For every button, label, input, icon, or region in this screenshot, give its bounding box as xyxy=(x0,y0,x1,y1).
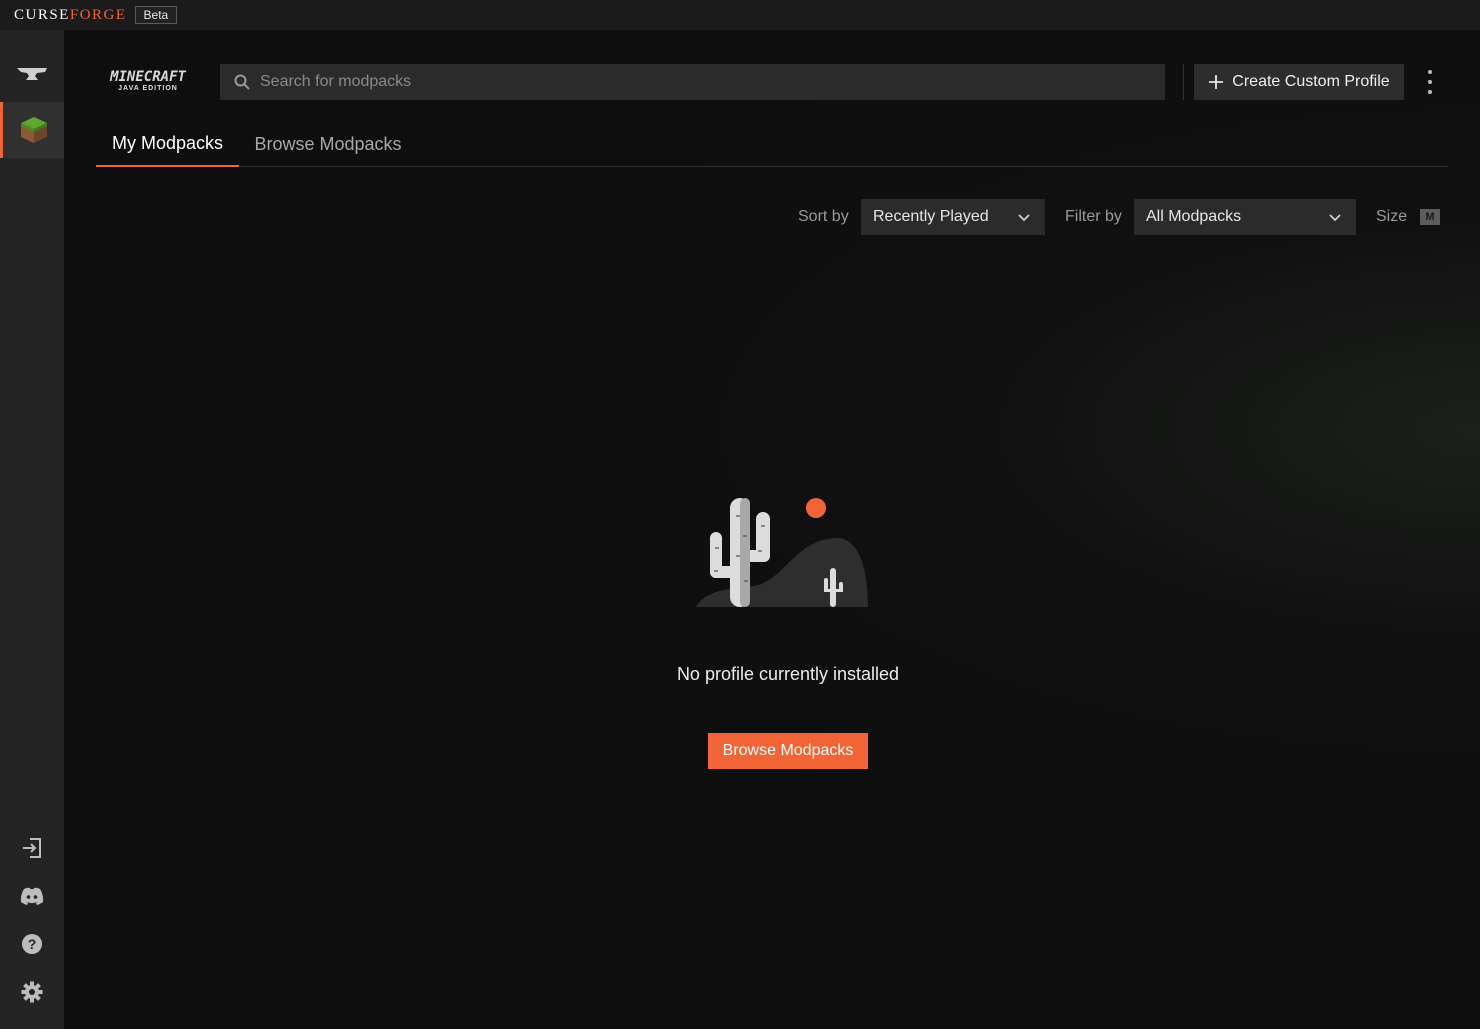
more-options-icon[interactable] xyxy=(1422,70,1438,94)
minecraft-java-logo: MINECRAFT JAVA EDITION xyxy=(110,69,186,92)
size-label: Size xyxy=(1376,208,1408,225)
size-toggle[interactable]: M xyxy=(1420,209,1440,225)
sort-value: Recently Played xyxy=(873,208,989,225)
sidebar: ? xyxy=(0,30,64,1029)
svg-text:?: ? xyxy=(28,936,37,952)
sidebar-item-discord[interactable] xyxy=(0,882,64,910)
help-icon: ? xyxy=(22,934,42,954)
empty-state-message: No profile currently installed xyxy=(676,664,900,684)
settings-gear-icon xyxy=(21,981,43,1003)
sidebar-item-minecraft[interactable] xyxy=(0,102,64,158)
sort-label: Sort by xyxy=(798,208,849,225)
sidebar-item-settings[interactable] xyxy=(0,978,64,1006)
tab-browse-modpacks[interactable]: Browse Modpacks xyxy=(239,122,417,167)
filter-value: All Modpacks xyxy=(1146,208,1242,225)
create-button-label: Create Custom Profile xyxy=(1232,73,1390,90)
browse-modpacks-button[interactable]: Browse Modpacks xyxy=(708,733,868,769)
header-divider xyxy=(1183,64,1184,100)
filter-label: Filter by xyxy=(1065,208,1122,225)
login-icon xyxy=(23,838,41,858)
sidebar-item-login[interactable] xyxy=(0,834,64,862)
search-bar[interactable] xyxy=(220,64,1165,100)
anvil-icon xyxy=(17,68,47,80)
sort-filter-toolbar: Sort by Recently Played Filter by All Mo… xyxy=(64,199,1480,235)
chevron-down-icon xyxy=(1329,214,1341,222)
sidebar-item-home[interactable] xyxy=(0,54,64,94)
sidebar-item-help[interactable]: ? xyxy=(0,930,64,958)
main-content: MINECRAFT JAVA EDITION Create Custom Pro… xyxy=(64,30,1480,1029)
tab-my-modpacks[interactable]: My Modpacks xyxy=(96,122,239,167)
minecraft-grass-block-icon xyxy=(20,117,47,143)
search-input[interactable] xyxy=(260,73,1140,91)
curseforge-logo: CURSEFORGE xyxy=(14,6,127,23)
create-custom-profile-button[interactable]: Create Custom Profile xyxy=(1194,64,1404,100)
desert-cactus-illustration xyxy=(696,498,868,607)
discord-icon xyxy=(20,887,44,905)
beta-badge: Beta xyxy=(134,6,178,24)
filter-dropdown[interactable]: All Modpacks xyxy=(1134,199,1356,235)
title-bar: CURSEFORGE Beta xyxy=(0,0,1480,30)
header: MINECRAFT JAVA EDITION Create Custom Pro… xyxy=(96,64,1466,100)
search-icon xyxy=(234,74,250,90)
sort-dropdown[interactable]: Recently Played xyxy=(861,199,1045,235)
chevron-down-icon xyxy=(1018,214,1030,222)
plus-icon xyxy=(1209,75,1224,89)
tab-bar: My Modpacks Browse Modpacks xyxy=(96,122,1448,167)
